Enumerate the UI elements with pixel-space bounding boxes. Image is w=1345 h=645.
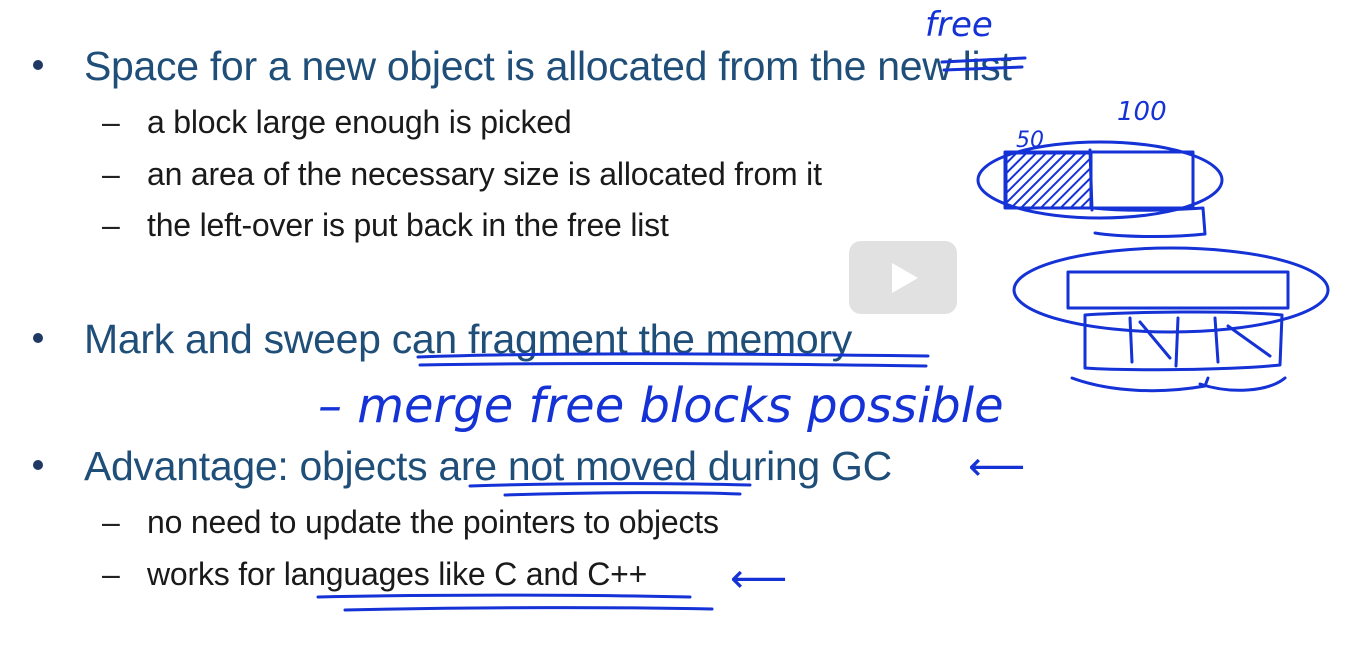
allocated-block — [1004, 151, 1093, 210]
video-play-button[interactable] — [849, 241, 957, 314]
handwritten-label-100: 100 — [1117, 97, 1167, 127]
play-icon — [892, 263, 918, 293]
underline-fragment — [416, 352, 930, 359]
underline-languages — [316, 593, 692, 599]
strike-new — [940, 56, 1027, 64]
lecture-slide: Space for a new object is allocated from… — [0, 0, 1345, 645]
arrow-c-icon: ⟵ — [730, 556, 788, 602]
arrow-gc-icon: ⟵ — [968, 444, 1026, 490]
underline-not-moved — [468, 482, 752, 488]
handwritten-merge-note: – merge free blocks possible — [318, 378, 1004, 434]
handwritten-label-50: 50 — [1016, 128, 1044, 153]
handwritten-free: free — [925, 5, 993, 45]
